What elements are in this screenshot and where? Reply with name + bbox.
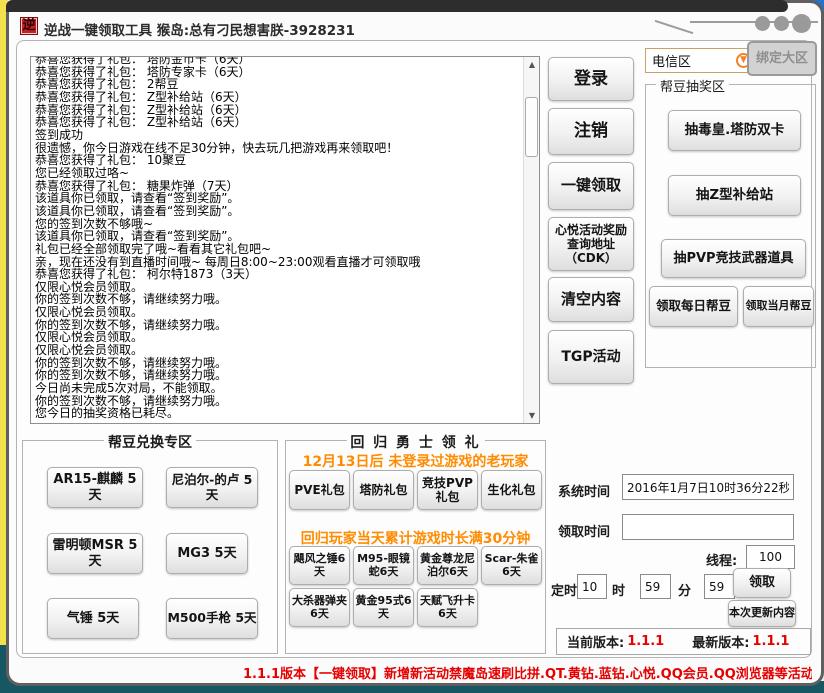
- timer-hour-input[interactable]: [577, 574, 607, 599]
- close-button[interactable]: [792, 14, 811, 33]
- log-line: 礼包已经全部领取完了哦~看看其它礼包吧~: [35, 243, 521, 256]
- exchange-nepal-button[interactable]: 尼泊尔-的卢 5天: [166, 467, 258, 508]
- bind-region-button[interactable]: 绑定大区: [747, 41, 817, 76]
- draw-duhuang-tafang-button[interactable]: 抽毒皇.塔防双卡: [668, 110, 801, 151]
- exchange-ar15-button[interactable]: AR15-麒麟 5天: [47, 467, 143, 508]
- log-line: 恭喜您获得了礼包： 10聚豆: [35, 154, 521, 167]
- log-line: 您已经领取过咯~: [35, 167, 521, 180]
- clear-content-button[interactable]: 清空内容: [548, 277, 634, 322]
- log-scrollbar[interactable]: ▲ ▼: [523, 57, 539, 423]
- m95-cobra-button[interactable]: M95-眼镜蛇6天: [353, 546, 414, 585]
- exchange-hammer-button[interactable]: 气锤 5天: [47, 598, 139, 639]
- log-line: 恭喜您获得了礼包： Z型补给站（6天）: [35, 116, 521, 129]
- thread-label: 线程:: [706, 550, 737, 569]
- draw-pvp-weapon-button[interactable]: 抽PVP竞技武器道具: [661, 239, 806, 278]
- claim-time-label: 领取时间: [558, 521, 610, 540]
- window-title: 逆战一键领取工具 猴岛:总有刁民想害朕-3928231: [44, 19, 355, 39]
- version-box: 当前版本: 1.1.1 最新版本: 1.1.1: [556, 628, 811, 655]
- latest-version-label: 最新版本:: [692, 632, 749, 651]
- login-button[interactable]: 登录: [548, 57, 634, 101]
- exchange-group-title: 帮豆兑换专区: [104, 432, 196, 452]
- tafang-gift-button[interactable]: 塔防礼包: [353, 470, 414, 510]
- thread-input[interactable]: [746, 545, 795, 569]
- claim-button[interactable]: 领取: [733, 568, 791, 598]
- biochem-gift-button[interactable]: 生化礼包: [481, 470, 542, 510]
- pve-gift-button[interactable]: PVE礼包: [289, 470, 350, 510]
- xinyue-cdk-button[interactable]: 心悦活动奖励 查询地址 （CDK）: [548, 217, 634, 271]
- log-line: 该道具你已领取，请查看“签到奖励”。: [35, 230, 521, 243]
- timer-second-input[interactable]: [704, 574, 735, 599]
- current-version-value: 1.1.1: [627, 634, 664, 649]
- hour-unit-label: 时: [612, 580, 625, 599]
- log-line: 仅限心悦会员领取。: [35, 344, 521, 357]
- gold-95-button[interactable]: 黄金95式6天: [353, 588, 414, 627]
- returnee-old-player-note: 12月13日后 未登录过游戏的老玩家: [287, 451, 544, 471]
- scroll-down-button[interactable]: ▼: [524, 408, 540, 423]
- system-time-label: 系统时间: [558, 481, 610, 500]
- claim-daily-beans-button[interactable]: 领取每日帮豆: [649, 286, 738, 327]
- log-line: 您今日的抽奖资格已耗尽。: [35, 407, 521, 420]
- announcement-marquee: 1.1.1版本【一键领取】新增新活动禁魔岛速刷比拼.QT.黄钻.蓝钻.心悦.QQ…: [243, 663, 812, 681]
- log-line: 恭喜您获得了礼包： Z型补给站（6天）: [35, 91, 521, 104]
- log-line: 该道具你已领取，请查看“签到奖励”。: [35, 205, 521, 218]
- server-select[interactable]: 电信区 ▼: [645, 48, 757, 73]
- minute-unit-label: 分: [678, 580, 691, 599]
- maximize-button[interactable]: [774, 16, 789, 31]
- scrollbar-thumb[interactable]: [525, 97, 538, 157]
- server-select-value: 电信区: [646, 51, 736, 70]
- log-line: 签到成功: [35, 129, 521, 142]
- tgp-activity-button[interactable]: TGP活动: [548, 330, 634, 384]
- one-key-claim-button[interactable]: 一键领取: [548, 162, 634, 210]
- logout-button[interactable]: 注销: [548, 108, 634, 155]
- gold-dragon-nepal-button[interactable]: 黄金尊龙尼泊尔6天: [417, 546, 478, 585]
- timer-label: 定时: [551, 580, 577, 599]
- talent-card-button[interactable]: 天赋飞升卡6天: [417, 588, 478, 627]
- returnee-group-title: 回 归 勇 士 领 礼: [346, 432, 484, 452]
- window-top-band: [6, 0, 788, 12]
- log-line: 今日尚未完成5次对局，不能领取。: [35, 382, 521, 395]
- current-version-label: 当前版本:: [567, 632, 624, 651]
- exchange-m500-button[interactable]: M500手枪 5天: [166, 598, 258, 639]
- log-line: 恭喜您获得了礼包： 柯尔特1873（3天）: [35, 268, 521, 281]
- log-line: 该道具你已领取，请查看“签到奖励”。: [35, 192, 521, 205]
- latest-version-value: 1.1.1: [752, 634, 789, 649]
- returnee-playtime-note: 回归玩家当天累计游戏时长满30分钟: [287, 528, 544, 548]
- update-notes-button[interactable]: 本次更新内容: [728, 600, 796, 627]
- scar-vermilion-button[interactable]: Scar-朱雀6天: [481, 546, 542, 585]
- timer-minute-input[interactable]: [640, 574, 671, 599]
- screen: 逆 逆战一键领取工具 猴岛:总有刁民想害朕-3928231 恭喜您获得了礼包： …: [0, 0, 824, 693]
- lottery-group-title: 帮豆抽奖区: [656, 76, 729, 95]
- claim-monthly-beans-button[interactable]: 领取当月帮豆: [743, 286, 814, 327]
- log-textbox[interactable]: 恭喜您获得了礼包： 塔防金币卡（6天）恭喜您获得了礼包： 塔防专家卡（6天）恭喜…: [30, 56, 540, 424]
- scroll-up-button[interactable]: ▲: [524, 57, 540, 72]
- minimize-button[interactable]: [755, 16, 770, 31]
- system-time-input[interactable]: [622, 474, 794, 500]
- log-lines: 恭喜您获得了礼包： 塔防金币卡（6天）恭喜您获得了礼包： 塔防专家卡（6天）恭喜…: [35, 56, 521, 420]
- pvp-gift-button[interactable]: 竞技PVP礼包: [417, 470, 478, 510]
- hurricane-hammer-button[interactable]: 飓风之锤6天: [289, 546, 350, 585]
- exchange-mg3-button[interactable]: MG3 5天: [166, 533, 248, 574]
- log-line: 仅限心悦会员领取。: [35, 306, 521, 319]
- claim-time-input[interactable]: [622, 514, 794, 540]
- draw-z-supply-button[interactable]: 抽Z型补给站: [668, 175, 801, 216]
- app-icon: 逆: [20, 17, 38, 35]
- exchange-msr-button[interactable]: 雷明顿MSR 5天: [47, 533, 143, 574]
- big-mag-button[interactable]: 大杀器弹夹6天: [289, 588, 350, 627]
